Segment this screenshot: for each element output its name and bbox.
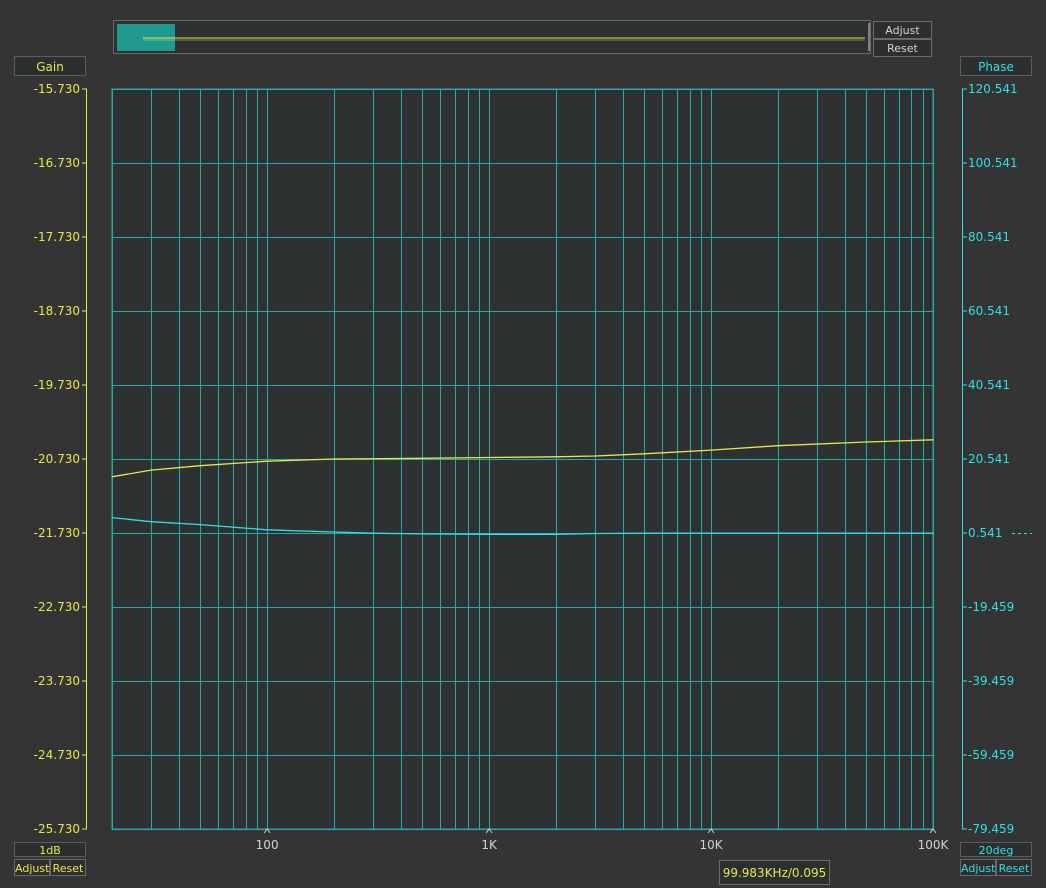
gain-point	[266, 460, 268, 462]
phase-tick-label: -19.459	[968, 600, 1014, 614]
gain-point	[555, 456, 557, 458]
phase-point	[594, 532, 596, 535]
gain-point	[643, 453, 645, 455]
phase-tick-label: -79.459	[968, 822, 1014, 836]
phase-adjust-button[interactable]: Adjust	[960, 859, 996, 876]
gain-point	[777, 445, 779, 447]
x-tick-label: 1K	[481, 838, 498, 852]
phase-tick-label: 20.541	[968, 452, 1010, 466]
gain-point	[488, 456, 490, 459]
phase-tick-label: 0.541	[968, 526, 1002, 540]
phase-tick-label: 120.541	[968, 82, 1018, 96]
phase-scale-label: 20deg	[960, 842, 1032, 857]
x-tick-label: 100	[256, 838, 279, 852]
gain-tick-label: -20.730	[34, 452, 80, 466]
gain-tick-label: -19.730	[34, 378, 80, 392]
phase-point	[150, 521, 152, 523]
phase-point	[333, 531, 335, 533]
phase-point	[111, 517, 113, 519]
phase-tick-label: 100.541	[968, 156, 1018, 170]
phase-point	[421, 533, 423, 535]
gain-point	[199, 465, 201, 467]
gain-point	[932, 439, 934, 441]
gain-point	[111, 476, 113, 478]
gain-point	[865, 441, 867, 443]
gain-tick-label: -16.730	[34, 156, 80, 170]
phase-point	[932, 532, 934, 534]
gain-point	[710, 449, 712, 451]
phase-tick-label: -59.459	[968, 748, 1014, 762]
phase-point	[266, 529, 268, 531]
gain-tick-label: -23.730	[34, 674, 80, 688]
phase-point	[488, 533, 490, 535]
phase-reset-button[interactable]: Reset	[996, 859, 1032, 876]
phase-point	[199, 524, 201, 526]
phase-point	[372, 532, 374, 534]
gain-point	[594, 455, 596, 457]
gain-tick-label: -25.730	[34, 822, 80, 836]
x-tick-label: 10K	[699, 838, 723, 852]
phase-tick-label: -39.459	[968, 674, 1014, 688]
gain-reset-button[interactable]: Reset	[50, 859, 86, 876]
x-tick-label: 100K	[918, 838, 950, 852]
gain-tick-label: -21.730	[34, 526, 80, 540]
gain-tick-label: -18.730	[34, 304, 80, 318]
gain-scale-label: 1dB	[14, 842, 86, 857]
gain-point	[150, 469, 152, 471]
gain-adjust-button[interactable]: Adjust	[14, 859, 50, 876]
cursor-readout: 99.983KHz/0.095	[719, 860, 830, 885]
gain-point	[421, 457, 423, 459]
gain-tick-label: -15.730	[34, 82, 80, 96]
phase-point	[643, 532, 645, 534]
gain-tick-label: -22.730	[34, 600, 80, 614]
phase-tick-label: 80.541	[968, 230, 1010, 244]
phase-point	[555, 533, 557, 535]
bode-plot[interactable]: -15.730 -16.730 -17.730 -18.730 -19.730 -20.7…	[0, 0, 1046, 888]
phase-tick-label: 60.541	[968, 304, 1010, 318]
analyzer-window: Adjust Reset Gain Phase -15.730 -16.730 -1…	[0, 0, 1046, 888]
gain-tick-label: -24.730	[34, 748, 80, 762]
phase-point	[710, 532, 712, 534]
gain-point	[333, 458, 335, 460]
gain-tick-label: -17.730	[34, 230, 80, 244]
phase-tick-label: 40.541	[968, 378, 1010, 392]
